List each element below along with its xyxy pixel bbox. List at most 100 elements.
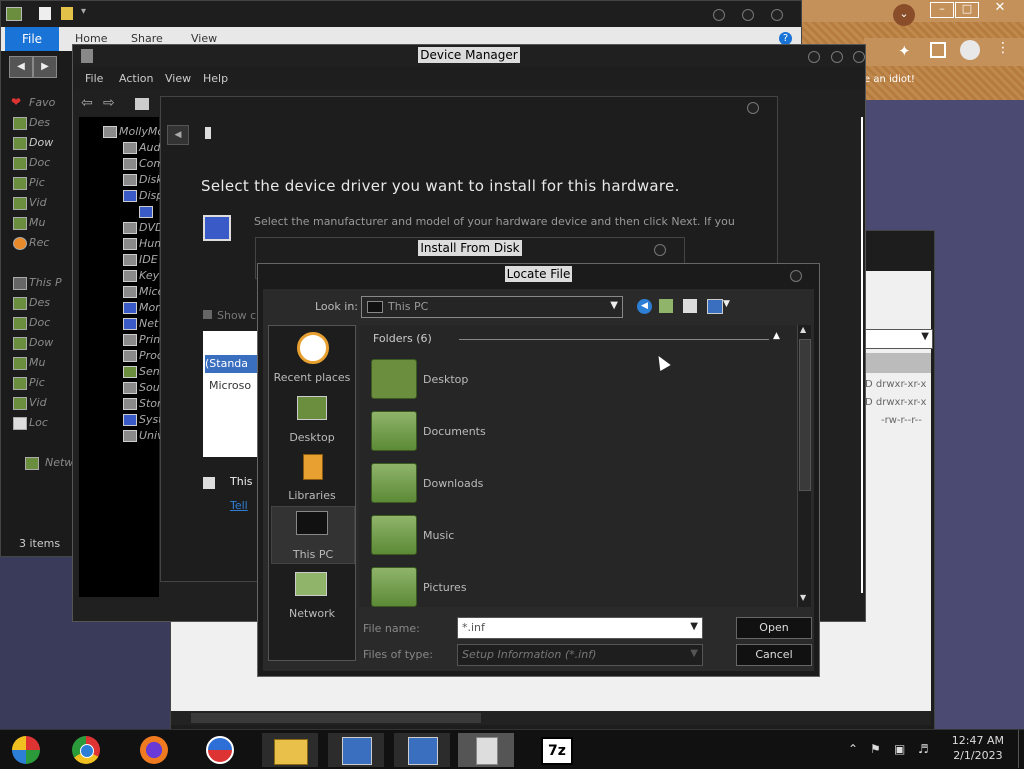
- volume-icon[interactable]: ♬: [918, 742, 929, 756]
- menu-file[interactable]: File: [85, 72, 103, 85]
- sidebar-item-pc-videos[interactable]: Vid: [13, 396, 47, 410]
- explorer-maximize-button[interactable]: [742, 9, 754, 21]
- device-manager-maximize-button[interactable]: [831, 51, 843, 63]
- tree-root-computer[interactable]: MollyMo: [103, 125, 164, 138]
- cancel-button[interactable]: Cancel: [736, 644, 812, 666]
- sidebar-item-pc-music[interactable]: Mu: [13, 356, 45, 370]
- chevron-down-icon[interactable]: ▼: [690, 621, 698, 632]
- go-back-icon[interactable]: ◀: [637, 299, 652, 314]
- sidebar-item-pc-documents[interactable]: Doc: [13, 316, 50, 330]
- start-button[interactable]: [0, 733, 56, 767]
- sidebar-item-local-disk[interactable]: Loc: [13, 416, 48, 430]
- sidebar-item-pc-desktop[interactable]: Des: [13, 296, 50, 310]
- browser-close-button[interactable]: ✕: [990, 0, 1010, 16]
- folders-group-header[interactable]: Folders (6): [373, 332, 432, 345]
- tree-item-keyboards[interactable]: Key: [123, 269, 159, 282]
- view-menu-icon[interactable]: [707, 299, 723, 314]
- install-from-disk-close-button[interactable]: [654, 244, 666, 256]
- tell-me-link[interactable]: Tell: [230, 499, 248, 512]
- sidebar-item-desktop[interactable]: Des: [13, 116, 50, 130]
- tree-item-system[interactable]: Syst: [123, 413, 163, 426]
- horizontal-scrollbar[interactable]: [171, 711, 931, 725]
- back-button[interactable]: ◀: [9, 56, 33, 78]
- forward-arrow-icon[interactable]: ⇨: [103, 95, 115, 111]
- menu-help[interactable]: Help: [203, 72, 228, 85]
- driver-dialog-close-button[interactable]: [747, 102, 759, 114]
- ribbon-file-tab[interactable]: File: [5, 27, 59, 51]
- tree-item-network[interactable]: Net: [123, 317, 158, 330]
- place-desktop[interactable]: Desktop: [271, 390, 353, 446]
- sidepanel-icon[interactable]: [930, 42, 946, 58]
- taskbar-obama-logo[interactable]: [194, 733, 250, 767]
- sidebar-item-pc-pictures[interactable]: Pic: [13, 376, 45, 390]
- explorer-minimize-button[interactable]: [713, 9, 725, 21]
- explorer-close-button[interactable]: [771, 9, 783, 21]
- sidebar-item-videos[interactable]: Vid: [13, 196, 47, 210]
- extensions-icon[interactable]: ✦: [898, 42, 911, 60]
- place-network[interactable]: Network: [271, 566, 353, 622]
- taskbar-usb-device[interactable]: [458, 733, 514, 767]
- back-arrow-icon[interactable]: ⇦: [81, 95, 93, 111]
- device-manager-minimize-button[interactable]: [808, 51, 820, 63]
- taskbar-clock[interactable]: 12:47 AM 2/1/2023: [952, 733, 1004, 763]
- quick-access-dropdown-icon[interactable]: ▾: [81, 6, 86, 17]
- locate-file-close-button[interactable]: [790, 270, 802, 282]
- menu-view[interactable]: View: [165, 72, 191, 85]
- folder-downloads[interactable]: Downloads: [371, 463, 671, 509]
- place-recent-places[interactable]: Recent places: [271, 330, 353, 386]
- open-button[interactable]: Open: [736, 617, 812, 639]
- manufacturer-item-microsoft[interactable]: Microso: [209, 379, 251, 392]
- look-in-dropdown[interactable]: This PC ▼: [361, 296, 623, 318]
- more-menu-icon[interactable]: ⋮: [996, 40, 1010, 56]
- sidebar-item-music[interactable]: Mu: [13, 216, 45, 230]
- sidebar-item-this-pc[interactable]: This P: [13, 276, 62, 290]
- profile-icon[interactable]: [960, 40, 980, 60]
- folder-desktop[interactable]: Desktop: [371, 359, 671, 405]
- scroll-up-icon[interactable]: ▲: [800, 325, 806, 334]
- sidebar-item-favorites[interactable]: ❤ Favo: [11, 95, 55, 109]
- new-folder-icon[interactable]: [683, 299, 697, 313]
- sidebar-item-network[interactable]: Netw: [25, 456, 73, 470]
- new-folder-icon[interactable]: [61, 7, 73, 20]
- network-status-icon[interactable]: ▣: [894, 742, 905, 756]
- taskbar-device-setup[interactable]: [328, 733, 384, 767]
- up-folder-icon[interactable]: [659, 299, 673, 313]
- taskbar-device-setup-2[interactable]: [394, 733, 450, 767]
- scroll-down-icon[interactable]: ▼: [800, 593, 806, 602]
- folder-music[interactable]: Music: [371, 515, 671, 561]
- sidebar-item-pictures[interactable]: Pic: [13, 176, 45, 190]
- file-list-scrollbar-thumb[interactable]: [799, 339, 811, 491]
- properties-dropdown[interactable]: ▼: [861, 329, 933, 349]
- manufacturer-item-standard[interactable]: (Standa: [205, 355, 257, 373]
- properties-toolbar-icon[interactable]: [135, 98, 149, 110]
- view-menu-chevron-icon[interactable]: ▼: [723, 299, 730, 309]
- forward-button[interactable]: ▶: [33, 56, 57, 78]
- taskbar-firefox[interactable]: [128, 733, 184, 767]
- menu-action[interactable]: Action: [119, 72, 153, 85]
- file-list[interactable]: Folders (6) ▲ Desktop Documents Download…: [359, 325, 811, 607]
- folder-pictures[interactable]: Pictures: [371, 567, 671, 613]
- taskbar-chrome[interactable]: [60, 733, 116, 767]
- chevron-down-icon[interactable]: ▼: [690, 648, 698, 659]
- sidebar-item-recent[interactable]: Rec: [13, 236, 49, 250]
- sidebar-item-pc-downloads[interactable]: Dow: [13, 336, 53, 350]
- sidebar-item-downloads[interactable]: Dow: [13, 136, 53, 150]
- show-desktop-button[interactable]: [1018, 730, 1024, 768]
- place-libraries[interactable]: Libraries: [271, 448, 353, 504]
- tree-item-storage[interactable]: Stor: [123, 397, 162, 410]
- taskbar-7zip[interactable]: 7z: [528, 733, 584, 767]
- tree-item-audio[interactable]: Aud: [123, 141, 160, 154]
- flag-icon[interactable]: ⚑: [870, 742, 881, 756]
- browser-maximize-button[interactable]: □: [955, 2, 979, 18]
- tree-item-monitors[interactable]: Mon: [123, 301, 162, 314]
- file-name-input[interactable]: *.inf ▼: [457, 617, 703, 639]
- manufacturer-list[interactable]: (Standa Microso: [203, 331, 257, 457]
- show-hidden-icons-icon[interactable]: ⌃: [848, 742, 858, 756]
- file-type-select[interactable]: Setup Information (*.inf) ▼: [457, 644, 703, 666]
- tree-item-ide[interactable]: IDE: [123, 253, 158, 266]
- device-manager-close-button[interactable]: [853, 51, 865, 63]
- file-list-scrollbar[interactable]: ▲ ▼: [797, 325, 811, 607]
- browser-minimize-button[interactable]: –: [930, 2, 954, 18]
- properties-icon[interactable]: [39, 7, 51, 20]
- sidebar-item-documents[interactable]: Doc: [13, 156, 50, 170]
